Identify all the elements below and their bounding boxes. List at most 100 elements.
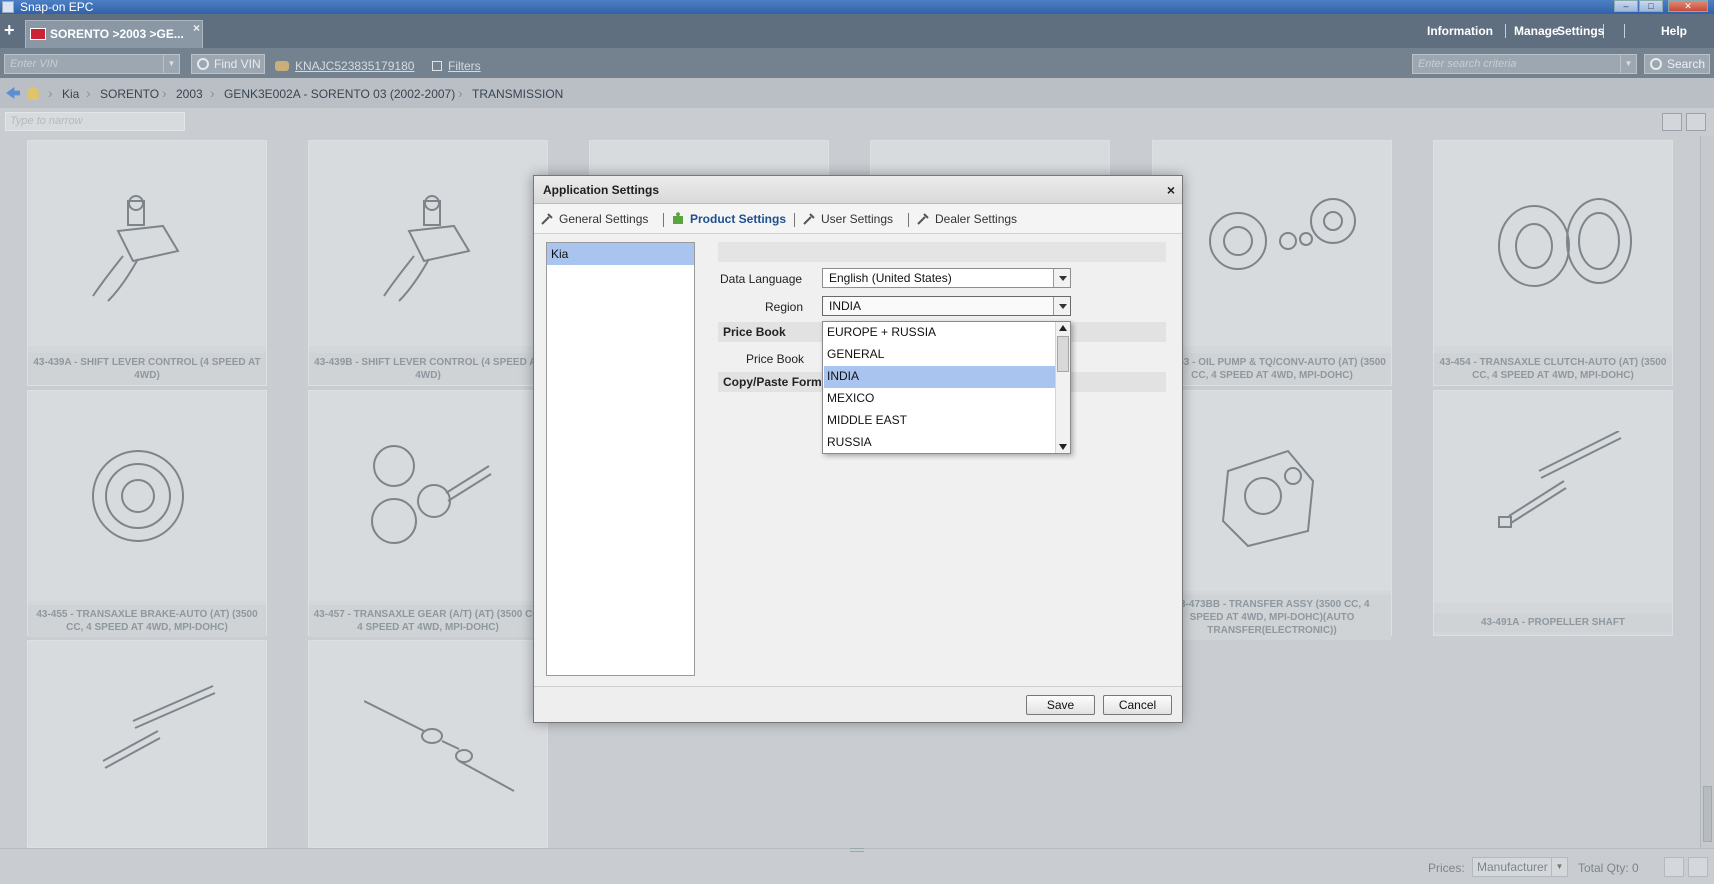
illustration-card[interactable]: 43-453 - OIL PUMP & TQ/CONV-AUTO (AT) (3… (1152, 140, 1392, 386)
scrollbar-thumb[interactable] (1703, 786, 1712, 842)
part-illustration (28, 391, 266, 601)
price-book-label: Price Book (746, 352, 805, 366)
illustration-card[interactable]: 43-473BB - TRANSFER ASSY (3500 CC, 4 SPE… (1152, 390, 1392, 640)
part-illustration (309, 141, 547, 346)
chevron-down-icon[interactable] (1053, 269, 1070, 287)
region-label: Region (765, 300, 804, 314)
breadcrumb-item[interactable]: Kia (62, 87, 79, 101)
part-illustration (28, 141, 266, 346)
tab-user-settings[interactable]: User Settings (802, 212, 893, 226)
search-icon (1650, 58, 1662, 70)
illustration-card[interactable]: 43-455 - TRANSAXLE BRAKE-AUTO (AT) (3500… (27, 390, 267, 637)
tab-sorento[interactable]: SORENTO >2003 >GE... × (25, 20, 203, 48)
illustration-caption: 43-473BB - TRANSFER ASSY (3500 CC, 4 SPE… (1153, 595, 1391, 640)
illustration-card[interactable]: 43-491A - PROPELLER SHAFT (1433, 390, 1673, 636)
search-dropdown-icon[interactable]: ▼ (1620, 55, 1636, 73)
tab-product-settings[interactable]: Product Settings (671, 212, 786, 226)
illustration-card[interactable] (308, 640, 548, 848)
illustration-card[interactable]: 43-439A - SHIFT LEVER CONTROL (4 SPEED A… (27, 140, 267, 386)
tab-label: SORENTO >2003 >GE... (50, 27, 184, 41)
new-tab-button[interactable]: + (4, 21, 15, 39)
region-option[interactable]: MIDDLE EAST (824, 410, 1055, 432)
breadcrumb-item[interactable]: 2003 (176, 87, 203, 101)
cancel-button[interactable]: Cancel (1103, 695, 1172, 715)
chevron-down-icon[interactable] (1053, 297, 1070, 315)
search-input[interactable]: Enter search criteria ▼ (1412, 54, 1637, 74)
region-select[interactable]: INDIA (822, 296, 1071, 316)
vin-link[interactable]: KNAJC523835179180 (275, 59, 414, 73)
tab-general-settings[interactable]: General Settings (540, 212, 648, 226)
back-arrow-icon[interactable] (6, 87, 20, 99)
tab-close-icon[interactable]: × (193, 15, 200, 41)
vehicle-icon (275, 61, 289, 71)
part-illustration (309, 641, 547, 847)
data-language-label: Data Language (720, 272, 803, 286)
kia-logo-icon (30, 28, 46, 40)
breadcrumb-item[interactable]: SORENTO (100, 87, 159, 101)
menu-settings[interactable]: Settings (1557, 24, 1604, 38)
toolbar: Enter VIN ▼ Find VIN KNAJC523835179180 F… (0, 48, 1714, 78)
illustration-card[interactable]: 43-454 - TRANSAXLE CLUTCH-AUTO (AT) (350… (1433, 140, 1673, 386)
data-language-select[interactable]: English (United States) (822, 268, 1071, 288)
restore-icon[interactable] (1664, 857, 1684, 877)
home-icon[interactable] (25, 86, 41, 100)
list-view-icon[interactable] (1662, 113, 1682, 131)
vin-input[interactable]: Enter VIN ▼ (4, 54, 180, 74)
breadcrumb-item[interactable]: TRANSMISSION (472, 87, 563, 101)
window-close-button[interactable]: ✕ (1668, 0, 1708, 12)
splitter-handle[interactable] (850, 848, 864, 852)
grid-scrollbar[interactable] (1700, 136, 1714, 848)
illustration-card[interactable]: 43-457 - TRANSAXLE GEAR (A/T) (AT) (3500… (308, 390, 548, 637)
part-illustration (1153, 141, 1391, 346)
menu-manage[interactable]: Manage (1514, 24, 1559, 38)
checkbox-icon[interactable] (432, 61, 442, 71)
part-illustration (1434, 141, 1672, 346)
status-bar: Prices: Manufacturer ▼ Total Qty: 0 (0, 848, 1714, 884)
maximize-button[interactable]: □ (1639, 0, 1663, 12)
vin-dropdown-icon[interactable]: ▼ (163, 55, 179, 73)
prices-select[interactable]: Manufacturer ▼ (1472, 857, 1568, 877)
wrench-icon (803, 213, 815, 225)
minimize-button[interactable]: – (1614, 0, 1638, 12)
find-vin-button[interactable]: Find VIN (191, 54, 265, 74)
narrow-input[interactable]: Type to narrow (5, 112, 185, 131)
menu-information[interactable]: Information (1427, 24, 1493, 38)
window-icon[interactable] (1688, 857, 1708, 877)
part-illustration (28, 641, 266, 847)
illustration-card[interactable] (27, 640, 267, 848)
app-icon (2, 1, 14, 13)
region-option[interactable]: GENERAL (824, 344, 1055, 366)
tab-dealer-settings[interactable]: Dealer Settings (916, 212, 1017, 226)
breadcrumb-item[interactable]: GENK3E002A - SORENTO 03 (2002-2007) (224, 87, 455, 101)
window-title: Snap-on EPC (20, 0, 94, 14)
region-option[interactable]: MEXICO (824, 388, 1055, 410)
part-illustration (309, 391, 547, 601)
dialog-title: Application Settings × (534, 176, 1182, 204)
illustration-caption: 43-491A - PROPELLER SHAFT (1434, 613, 1672, 632)
tab-bar: + SORENTO >2003 >GE... × Information Man… (0, 14, 1714, 48)
scroll-down-icon[interactable] (1059, 444, 1067, 450)
filters-link[interactable]: Filters (432, 59, 481, 73)
grid-view-icon[interactable] (1686, 113, 1706, 131)
save-button[interactable]: Save (1026, 695, 1095, 715)
menu-help[interactable]: Help (1661, 24, 1687, 38)
window-titlebar: Snap-on EPC – □ ✕ (0, 0, 1714, 14)
scrollbar-thumb[interactable] (1057, 336, 1069, 372)
region-option[interactable]: EUROPE + RUSSIA (824, 322, 1055, 344)
prices-dropdown-icon[interactable]: ▼ (1551, 858, 1567, 876)
illustration-caption: 43-455 - TRANSAXLE BRAKE-AUTO (AT) (3500… (28, 605, 266, 637)
list-item-kia[interactable]: Kia (547, 243, 694, 265)
dialog-close-icon[interactable]: × (1167, 176, 1175, 204)
breadcrumb: › Kia › SORENTO › 2003 › GENK3E002A - SO… (0, 78, 1714, 108)
region-option[interactable]: RUSSIA (824, 432, 1055, 454)
part-illustration (1434, 391, 1672, 603)
illustration-card[interactable]: 43-439B - SHIFT LEVER CONTROL (4 SPEED A… (308, 140, 548, 386)
settings-tabs: General Settings Product Settings User S… (534, 204, 1182, 234)
wrench-icon (917, 213, 929, 225)
total-qty: Total Qty: 0 (1578, 861, 1639, 875)
illustration-caption: 43-453 - OIL PUMP & TQ/CONV-AUTO (AT) (3… (1153, 353, 1391, 385)
region-option[interactable]: INDIA (824, 366, 1055, 388)
search-button[interactable]: Search (1644, 54, 1710, 74)
dropdown-scrollbar[interactable] (1055, 322, 1070, 453)
scroll-up-icon[interactable] (1059, 325, 1067, 331)
